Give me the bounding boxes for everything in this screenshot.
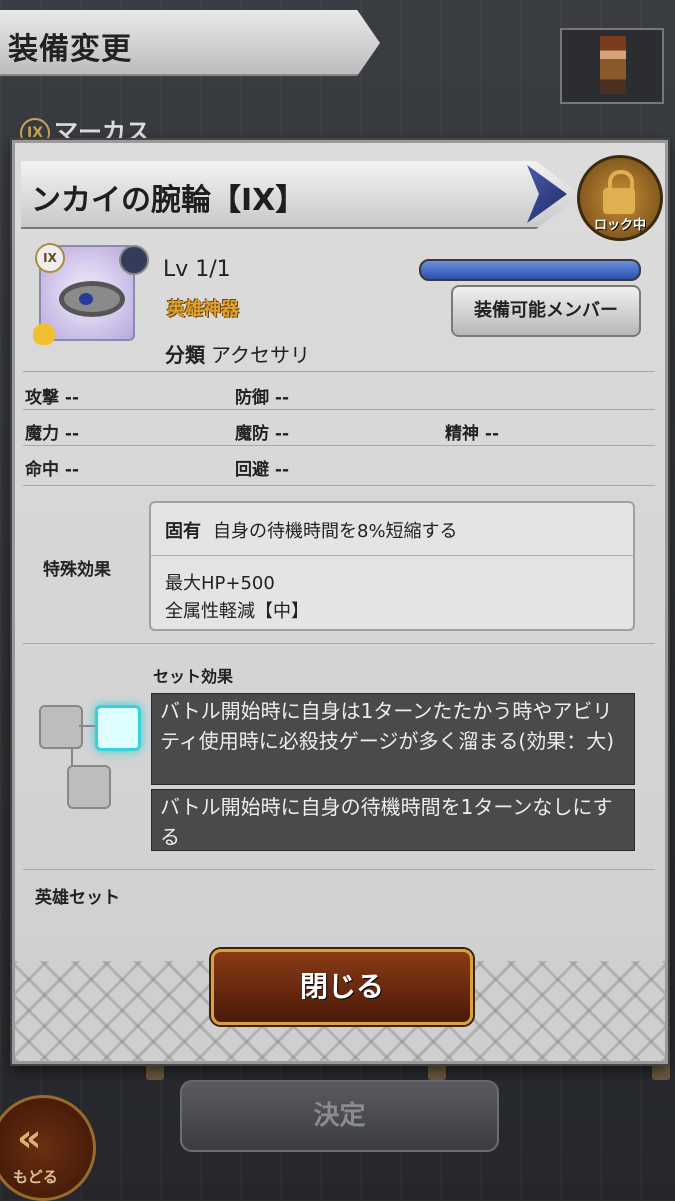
divider <box>23 371 655 372</box>
lock-toggle-button[interactable]: ロック中 <box>577 155 663 241</box>
unique-effect: 固有 自身の待機時間を8%短縮する <box>165 517 458 543</box>
item-name: ンカイの腕輪【IX】 <box>31 183 306 218</box>
lock-label: ロック中 <box>593 218 646 233</box>
series-badge-icon: IX <box>35 243 65 273</box>
decide-button-label: 決定 <box>313 1101 366 1131</box>
slot-lock-icon <box>146 1062 164 1080</box>
set-effect-label: セット効果 <box>153 667 234 686</box>
stat-accuracy: 命中 -- <box>25 460 80 480</box>
stat-attack: 攻撃 -- <box>25 388 80 408</box>
stat-magic: 魔力 -- <box>25 424 80 444</box>
special-effect-hp: 最大HP+500 <box>165 573 275 594</box>
unique-text: 自身の待機時間を8%短縮する <box>213 521 458 542</box>
back-label: もどる <box>13 1168 58 1186</box>
special-effect-box: 固有 自身の待機時間を8%短縮する 最大HP+500 全属性軽減【中】 <box>149 501 635 631</box>
weapon-slot-icon <box>39 705 83 749</box>
category-label: 分類 <box>165 343 205 367</box>
divider <box>151 555 633 556</box>
wing-ornament-icon <box>527 165 567 223</box>
close-button-label: 閉じる <box>299 970 384 1003</box>
set-effect-1: バトル開始時に自身は1ターンたたかう時やアビリティ使用時に必殺技ゲージが多く溜ま… <box>151 693 635 785</box>
stat-spirit: 精神 -- <box>445 424 500 444</box>
item-title-bar: ンカイの腕輪【IX】 <box>21 161 581 229</box>
stat-magic-defense: 魔防 -- <box>235 424 290 444</box>
lock-icon-body <box>603 188 635 214</box>
item-detail-dialog: ンカイの腕輪【IX】 ロック中 IX Lv 1/1 英雄神器 装備可能メンバー … <box>12 140 668 1064</box>
category-value: アクセサリ <box>211 343 310 367</box>
item-category: 分類 アクセサリ <box>165 339 310 368</box>
slot-lock-icon <box>428 1062 446 1080</box>
stat-defense: 防御 -- <box>235 388 290 408</box>
rarity-label: 英雄神器 <box>167 299 239 320</box>
equippable-members-button[interactable]: 装備可能メンバー <box>451 285 641 337</box>
gem-icon <box>79 293 93 305</box>
decide-button[interactable]: 決定 <box>180 1080 499 1152</box>
divider <box>23 869 655 870</box>
character-sprite <box>600 36 626 94</box>
character-avatar[interactable] <box>560 28 664 104</box>
divider <box>23 643 655 644</box>
armor-slot-icon <box>95 705 141 751</box>
slot-link <box>71 747 73 767</box>
screen-title: 装備変更 <box>8 32 132 67</box>
special-effect-label: 特殊効果 <box>43 560 111 580</box>
special-effect-resist: 全属性軽減【中】 <box>165 601 309 622</box>
close-button[interactable]: 閉じる <box>211 949 473 1025</box>
divider <box>23 409 655 410</box>
equippable-members-label: 装備可能メンバー <box>474 300 618 321</box>
set-effect-2: バトル開始時に自身の待機時間を1ターンなしにする <box>151 789 635 851</box>
screen-title-bar: 装備変更 <box>0 10 380 76</box>
chocobo-icon <box>33 323 55 345</box>
divider <box>23 485 655 486</box>
slot-lock-icon <box>652 1062 670 1080</box>
back-chevron-icon: « <box>17 1116 42 1160</box>
unique-tag: 固有 <box>165 521 201 542</box>
item-level: Lv 1/1 <box>163 257 231 282</box>
divider <box>23 445 655 446</box>
experience-bar <box>419 259 641 281</box>
hero-set-label: 英雄セット <box>35 888 120 908</box>
stat-evasion: 回避 -- <box>235 460 290 480</box>
accessory-type-icon <box>119 245 149 275</box>
slot-link <box>79 725 95 727</box>
accessory-slot-icon <box>67 765 111 809</box>
